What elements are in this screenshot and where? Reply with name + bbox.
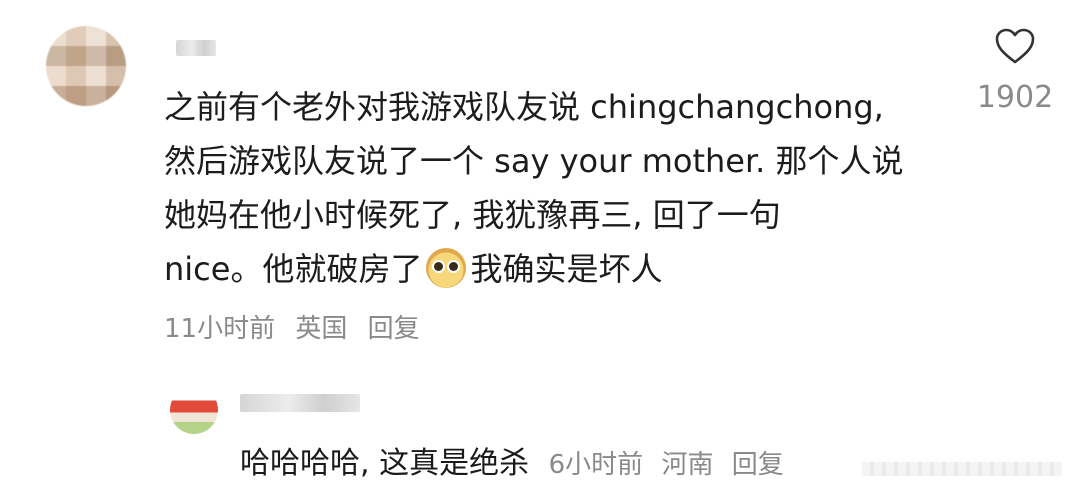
like-area[interactable]: 1902 (975, 26, 1055, 115)
comment-line-last: nice。他就破房了 我确实是坏人 (164, 242, 964, 296)
comment-line-text: nice。他就破房了 (164, 250, 423, 288)
comment-author-avatar[interactable] (46, 26, 126, 106)
comment-line-suffix: 我确实是坏人 (470, 250, 663, 288)
reply-location: 河南 (661, 450, 714, 480)
like-count: 1902 (976, 80, 1054, 115)
comment-location: 英国 (295, 314, 348, 344)
heart-icon[interactable] (993, 26, 1037, 66)
reply-reply-button[interactable]: 回复 (732, 450, 784, 480)
comment-line: 然后游戏队友说了一个 say your mother. 那个人说 (164, 142, 904, 180)
comment-author-name-blurred[interactable] (176, 40, 216, 56)
comment-reply-button[interactable]: 回复 (368, 314, 420, 344)
comment-body: 之前有个老外对我游戏队友说 chingchangchong, 然后游戏队友说了一… (164, 80, 964, 296)
comment-line: 之前有个老外对我游戏队友说 chingchangchong, (164, 88, 884, 126)
laughing-face-emoji-icon (426, 248, 467, 288)
reply-meta: 6小时前 河南 回复 (549, 450, 794, 480)
reply-text: 哈哈哈哈, 这真是绝杀 (240, 446, 530, 481)
comment-line: 她妈在他小时候死了, 我犹豫再三, 回了一句 (164, 196, 781, 234)
reply-row: 哈哈哈哈, 这真是绝杀 6小时前 河南 回复 (240, 438, 794, 482)
watermark (862, 462, 1062, 476)
reply-author-avatar[interactable] (170, 386, 218, 434)
reply-time: 6小时前 (548, 450, 644, 480)
comment-time: 11小时前 (164, 314, 276, 344)
comment-meta: 11小时前 英国 回复 (164, 308, 432, 345)
reply-author-name-blurred[interactable] (240, 394, 360, 412)
